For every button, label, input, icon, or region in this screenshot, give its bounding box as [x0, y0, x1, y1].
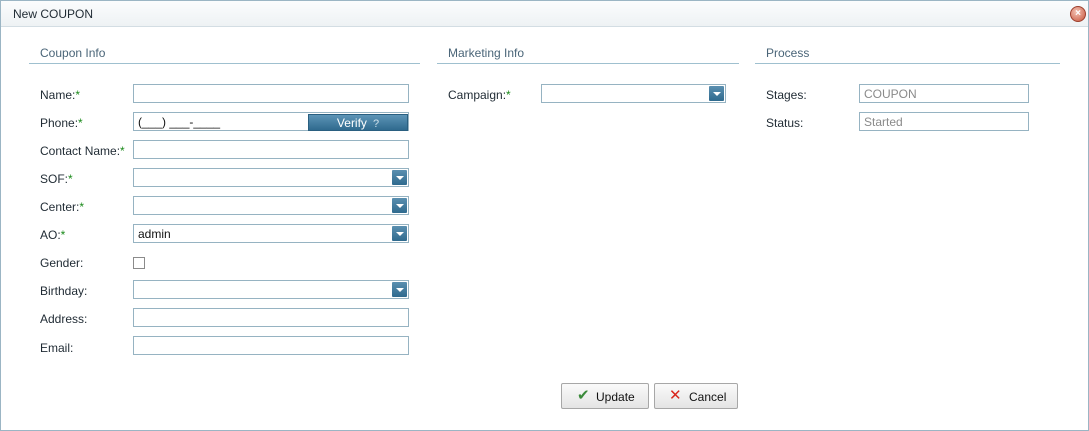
- required-mark: *: [78, 116, 83, 130]
- stages-label: Stages:: [766, 88, 807, 102]
- help-icon: ?: [372, 118, 380, 130]
- phone-value: (___) ___-____: [138, 115, 221, 129]
- campaign-select[interactable]: [541, 84, 726, 103]
- required-mark: *: [506, 88, 511, 102]
- section-process-divider: [755, 63, 1060, 64]
- gender-checkbox[interactable]: [133, 257, 145, 269]
- status-field: Started: [859, 112, 1029, 131]
- close-icon[interactable]: ×: [1070, 6, 1086, 22]
- status-label: Status:: [766, 116, 804, 130]
- window-title: New COUPON: [13, 7, 94, 21]
- chevron-down-icon[interactable]: [392, 226, 407, 241]
- contact-name-label: Contact Name:*: [40, 144, 125, 158]
- required-mark: *: [79, 200, 85, 214]
- stages-field: COUPON: [859, 84, 1029, 103]
- chevron-down-icon[interactable]: [709, 86, 724, 101]
- contact-name-field[interactable]: [133, 140, 409, 159]
- gender-label: Gender:: [40, 256, 84, 270]
- email-field[interactable]: [133, 336, 409, 355]
- name-field[interactable]: [133, 84, 409, 103]
- titlebar: New COUPON ×: [1, 1, 1088, 27]
- address-label: Address:: [40, 312, 88, 326]
- required-mark: *: [68, 172, 73, 186]
- update-button[interactable]: ✔ Update: [561, 383, 649, 409]
- chevron-down-icon[interactable]: [392, 170, 407, 185]
- section-marketing-divider: [437, 63, 739, 64]
- birthday-select[interactable]: [133, 280, 409, 299]
- ao-value: admin: [138, 227, 171, 241]
- update-button-label: Update: [596, 390, 635, 404]
- section-process: Process: [766, 46, 810, 60]
- status-value: Started: [864, 115, 903, 129]
- sof-label: SOF:*: [40, 172, 73, 186]
- section-coupon-info: Coupon Info: [40, 46, 106, 60]
- required-mark: *: [60, 228, 66, 242]
- new-coupon-dialog: New COUPON × Coupon Info Marketing Info …: [0, 0, 1089, 431]
- ao-label: AO:*: [40, 228, 66, 242]
- ao-select[interactable]: admin: [133, 224, 409, 243]
- chevron-down-icon[interactable]: [392, 198, 407, 213]
- address-field[interactable]: [133, 308, 409, 327]
- verify-button[interactable]: Verify?: [308, 114, 408, 131]
- section-coupon-divider: [29, 63, 420, 64]
- sof-select[interactable]: [133, 168, 409, 187]
- stages-value: COUPON: [864, 87, 917, 101]
- section-marketing-info: Marketing Info: [448, 46, 525, 60]
- check-icon: ✔: [577, 387, 590, 404]
- cancel-button-label: Cancel: [689, 390, 727, 404]
- cancel-x-icon: ✕: [669, 387, 682, 404]
- birthday-label: Birthday:: [40, 284, 88, 298]
- center-label: Center:*: [40, 200, 85, 214]
- name-label: Name:*: [40, 88, 81, 102]
- chevron-down-icon[interactable]: [392, 282, 407, 297]
- cancel-button[interactable]: ✕ Cancel: [654, 383, 738, 409]
- center-select[interactable]: [133, 196, 409, 215]
- phone-label: Phone:*: [40, 116, 83, 130]
- campaign-label: Campaign:*: [448, 88, 511, 102]
- required-mark: *: [75, 88, 81, 102]
- required-mark: *: [120, 144, 125, 158]
- email-label: Email:: [40, 341, 74, 355]
- phone-field[interactable]: (___) ___-____ Verify?: [133, 112, 409, 131]
